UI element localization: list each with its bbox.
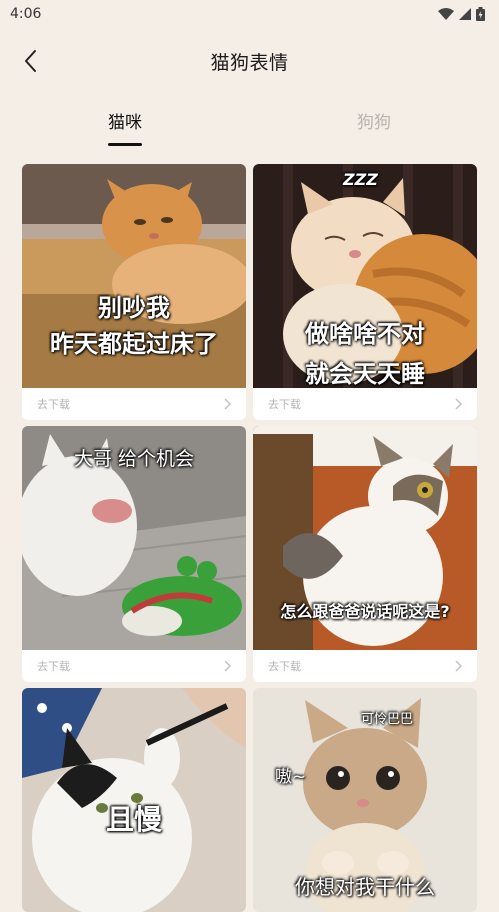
download-label: 去下载 <box>268 660 301 673</box>
chevron-right-icon <box>224 660 232 672</box>
signal-icon <box>459 8 471 20</box>
sticker-caption: 可怜巴巴 <box>361 712 414 727</box>
wifi-icon <box>438 8 454 20</box>
sticker-caption: 做啥啥不对 <box>305 320 425 348</box>
status-time: 4:06 <box>10 6 42 22</box>
sticker-image: 可怜巴巴 嗷~ 你想对我干什么 <box>253 688 477 912</box>
download-label: 去下载 <box>37 398 70 411</box>
sticker-image: 别吵我 昨天都起过床了 <box>22 164 246 388</box>
sticker-image: ZZZ 做啥啥不对 就会天天睡 <box>253 164 477 388</box>
tab-dogs[interactable]: 狗狗 <box>324 108 424 133</box>
card-footer[interactable]: 去下载 <box>253 388 477 420</box>
card-footer[interactable]: 去下载 <box>253 650 477 682</box>
chevron-right-icon <box>455 398 463 410</box>
sticker-card[interactable]: 别吵我 昨天都起过床了 去下载 <box>22 164 246 420</box>
sticker-caption: 怎么跟爸爸说话呢这是? <box>280 602 450 621</box>
back-button[interactable] <box>16 46 44 76</box>
sticker-image: 且慢 <box>22 688 246 912</box>
status-icons <box>438 7 485 21</box>
sticker-caption: 别吵我 <box>98 294 170 322</box>
sticker-card[interactable]: 可怜巴巴 嗷~ 你想对我干什么 <box>253 688 477 912</box>
header: 猫狗表情 <box>0 36 499 86</box>
status-bar: 4:06 <box>0 0 499 28</box>
sticker-caption: 大哥 给个机会 <box>73 448 195 470</box>
sticker-caption: 嗷~ <box>275 767 307 787</box>
chevron-right-icon <box>455 660 463 672</box>
card-footer[interactable]: 去下载 <box>22 388 246 420</box>
sticker-card[interactable]: ZZZ 做啥啥不对 就会天天睡 去下载 <box>253 164 477 420</box>
sticker-caption: 昨天都起过床了 <box>50 330 218 358</box>
card-footer[interactable]: 去下载 <box>22 650 246 682</box>
download-label: 去下载 <box>37 660 70 673</box>
sticker-card[interactable]: 且慢 <box>22 688 246 912</box>
sticker-caption: 且慢 <box>105 803 162 836</box>
tab-cats[interactable]: 猫咪 <box>75 108 175 133</box>
chevron-right-icon <box>224 398 232 410</box>
tab-bar: 猫咪 狗狗 <box>0 102 499 152</box>
sleep-zzz-label: ZZZ <box>343 170 378 189</box>
sticker-caption: 你想对我干什么 <box>295 875 435 899</box>
page-title: 猫狗表情 <box>210 51 289 74</box>
sticker-image: 大哥 给个机会 <box>22 426 246 650</box>
chevron-left-icon <box>25 50 36 72</box>
sticker-card[interactable]: 大哥 给个机会 去下载 <box>22 426 246 682</box>
sticker-caption: 就会天天睡 <box>305 360 425 388</box>
sticker-image: 怎么跟爸爸说话呢这是? <box>253 426 477 650</box>
sticker-card[interactable]: 怎么跟爸爸说话呢这是? 去下载 <box>253 426 477 682</box>
battery-icon <box>476 7 485 21</box>
tab-active-indicator <box>108 143 142 146</box>
download-label: 去下载 <box>268 398 301 411</box>
